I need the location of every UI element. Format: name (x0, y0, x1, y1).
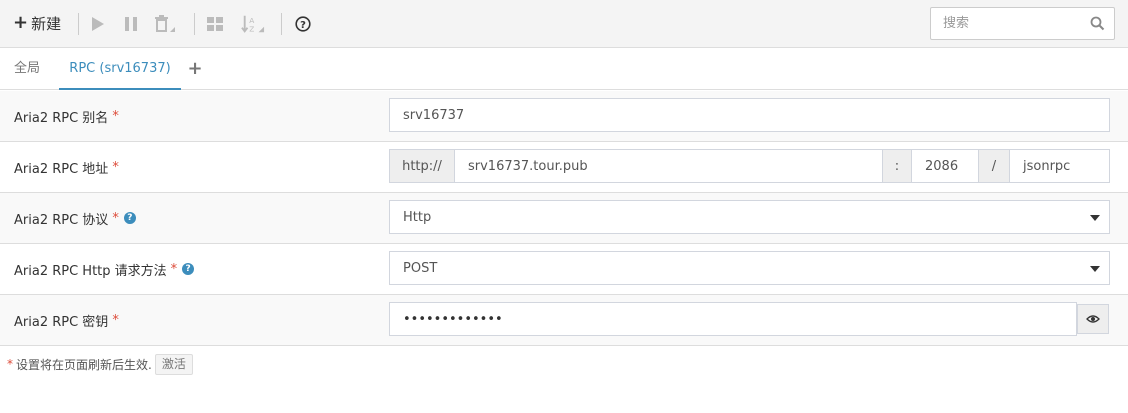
rpc-alias-label: Aria2 RPC 别名 * (14, 91, 119, 141)
settings-footer: * 设置将在页面刷新后生效. 激活 (7, 353, 193, 375)
svg-text:?: ? (300, 20, 306, 31)
rpc-http-method-select[interactable]: POST (389, 251, 1110, 285)
eye-icon (1086, 315, 1100, 323)
rpc-protocol-row: Aria2 RPC 协议 * ? Http (0, 193, 1128, 244)
rpc-protocol-label: Aria2 RPC 协议 * ? (14, 193, 136, 243)
label-text: Aria2 RPC Http 请求方法 (14, 263, 167, 279)
toolbar-divider (281, 13, 282, 35)
required-marker: * (112, 210, 119, 226)
question-circle-icon[interactable]: ? (123, 212, 136, 224)
plus-icon: + (13, 12, 29, 33)
required-marker: * (112, 312, 119, 328)
delete-icon (155, 15, 175, 32)
label-text: Aria2 RPC 协议 (14, 212, 109, 228)
rpc-alias-value: srv16737 (403, 107, 465, 123)
required-marker: * (170, 261, 178, 277)
grid-icon (207, 17, 223, 31)
rpc-address-label: Aria2 RPC 地址 * (14, 142, 119, 192)
label-text: Aria2 RPC 别名 (14, 110, 109, 126)
rpc-host-input[interactable]: srv16737.tour.pub (455, 150, 883, 182)
rpc-http-method-row: Aria2 RPC Http 请求方法 * ? POST (0, 244, 1128, 295)
svg-text:Z: Z (249, 24, 254, 33)
rpc-address-row: Aria2 RPC 地址 * http:// srv16737.tour.pub… (0, 142, 1128, 193)
show-secret-button[interactable] (1077, 304, 1109, 334)
search-icon[interactable] (1090, 16, 1105, 31)
sort-dropdown-button[interactable]: AZ (241, 12, 265, 36)
toolbar: + 新建 AZ ? (0, 0, 1128, 48)
rpc-path-value: jsonrpc (1023, 158, 1071, 174)
rpc-secret-label: Aria2 RPC 密钥 * (14, 295, 119, 345)
search-input[interactable] (931, 8, 1081, 39)
new-task-button[interactable]: + 新建 (13, 13, 61, 33)
label-text: Aria2 RPC 密钥 (14, 314, 109, 330)
search-box (930, 7, 1115, 40)
help-icon: ? (295, 16, 311, 32)
rpc-alias-row: Aria2 RPC 别名 * srv16737 (0, 91, 1128, 142)
add-rpc-tab-button[interactable]: + (186, 49, 204, 90)
rpc-address-group: http:// srv16737.tour.pub : 2086 / jsonr… (389, 149, 1110, 183)
label-text: Aria2 RPC 地址 (14, 161, 109, 177)
rpc-http-method-value: POST (403, 260, 438, 276)
settings-tabs: 全局 RPC (srv16737) + (0, 49, 1128, 90)
rpc-secret-input[interactable]: ••••••••••••• (389, 302, 1077, 336)
rpc-port-input[interactable]: 2086 (912, 150, 979, 182)
protocol-prefix-addon: http:// (390, 150, 455, 182)
caret-down-icon (1090, 266, 1100, 272)
port-separator-addon: : (883, 150, 912, 182)
pause-button[interactable] (119, 12, 143, 36)
rpc-alias-input[interactable]: srv16737 (389, 98, 1110, 132)
rpc-http-method-label: Aria2 RPC Http 请求方法 * ? (14, 244, 195, 294)
toolbar-divider (78, 13, 79, 35)
pause-icon (125, 17, 137, 31)
required-marker: * (112, 108, 119, 124)
caret-down-icon (1090, 215, 1100, 221)
rpc-host-value: srv16737.tour.pub (468, 158, 588, 174)
required-marker: * (112, 159, 119, 175)
refresh-note: 设置将在页面刷新后生效. (16, 357, 152, 372)
rpc-protocol-value: Http (403, 209, 432, 225)
delete-dropdown-button[interactable] (153, 12, 177, 36)
rpc-port-value: 2086 (925, 158, 959, 174)
tab-rpc-srv16737[interactable]: RPC (srv16737) (59, 49, 181, 90)
sort-icon: AZ (241, 15, 265, 33)
new-task-label: 新建 (31, 14, 62, 33)
rpc-protocol-select[interactable]: Http (389, 200, 1110, 234)
play-icon (92, 17, 104, 31)
tab-global[interactable]: 全局 (14, 49, 40, 90)
required-marker: * (7, 357, 13, 371)
rpc-secret-value: ••••••••••••• (403, 311, 503, 327)
toolbar-divider (194, 13, 195, 35)
start-button[interactable] (86, 12, 110, 36)
select-all-button[interactable] (203, 12, 227, 36)
rpc-secret-row: Aria2 RPC 密钥 * ••••••••••••• (0, 295, 1128, 346)
path-separator-addon: / (979, 150, 1010, 182)
activate-button[interactable]: 激活 (154, 353, 193, 375)
question-circle-icon[interactable]: ? (182, 263, 195, 275)
rpc-path-input[interactable]: jsonrpc (1010, 150, 1109, 182)
help-button[interactable]: ? (291, 12, 315, 36)
